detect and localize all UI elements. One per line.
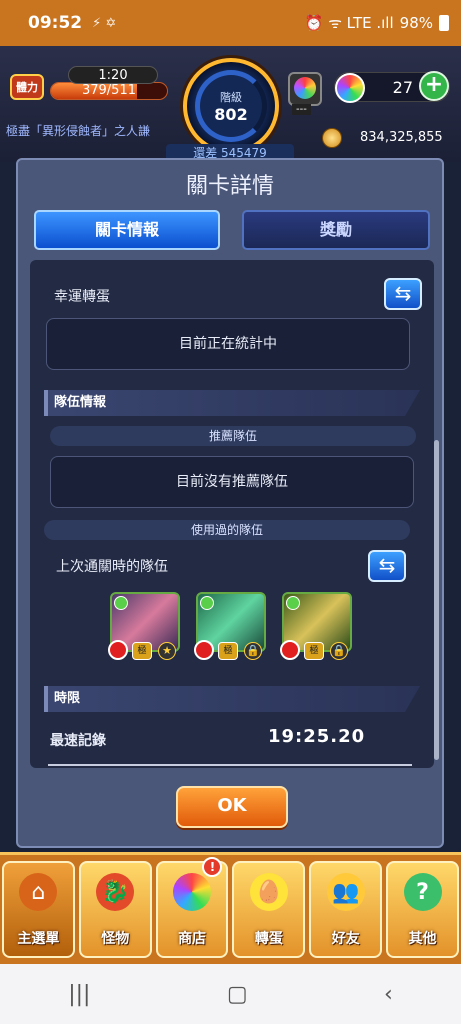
element-crest-icon (200, 596, 214, 610)
home-button-icon[interactable]: ▢ (227, 982, 248, 1007)
lock-icon: 🔒 (330, 642, 348, 660)
coin-icon (322, 128, 342, 148)
recommended-team-header: 推薦隊伍 (50, 426, 416, 446)
nav-main-menu[interactable]: ⌂ 主選單 (2, 861, 75, 958)
best-record-label: 最速記錄 (50, 733, 106, 749)
back-icon[interactable]: ‹ (384, 982, 393, 1007)
status-right: ⏰ ᯤ LTE .ıll 98% (305, 13, 449, 33)
battery-percent: 98% (399, 14, 433, 32)
record-underline (48, 764, 412, 766)
best-record-value: 19:25.20 (268, 726, 366, 747)
ultimate-tag: 極 (218, 642, 238, 660)
nav-label: 轉蛋 (254, 931, 283, 947)
team-monster-3[interactable]: 極 🔒 (280, 592, 352, 660)
nav-label: 好友 (331, 931, 360, 947)
nav-shop[interactable]: ! 商店 (155, 857, 229, 958)
rank-badge[interactable]: 階級 802 (183, 58, 279, 154)
question-icon: ? (403, 873, 442, 911)
time-limit-header: 時限 (44, 686, 420, 712)
team-info-header: 隊伍情報 (44, 390, 420, 416)
element-crest-icon (286, 596, 300, 610)
element-crest-icon (114, 596, 128, 610)
player-title: 極盡「異形侵蝕者」之人謙 (6, 124, 151, 138)
nav-label: 怪物 (101, 931, 130, 947)
status-bar: 09:52 ⚡ ✡ ⏰ ᯤ LTE .ıll 98% (0, 0, 461, 46)
signal-icons: ⏰ ᯤ LTE .ıll (304, 14, 394, 32)
friends-icon: 👥 (326, 873, 365, 911)
stamina-icon: 體力 (10, 74, 44, 100)
tab-stage-info[interactable]: 關卡情報 (34, 210, 220, 250)
status-icons: ⚡ ✡ (92, 15, 117, 31)
shop-alert-badge: ! (202, 857, 223, 877)
no-entry-icon (194, 640, 214, 660)
lucky-egg-label: 幸運轉蛋 (54, 289, 110, 305)
dialog-title: 關卡詳情 (185, 174, 274, 199)
coin-count: 834,325,855 (360, 130, 443, 145)
orb-icon (173, 873, 212, 911)
rank-label: 階級 (220, 90, 242, 104)
ok-button[interactable]: OK (176, 786, 288, 828)
home-icon: ⌂ (19, 873, 58, 911)
team-swap-button[interactable]: ⇆ (368, 550, 406, 582)
nav-gacha[interactable]: 🥚 轉蛋 (232, 861, 306, 958)
buy-orbs-button[interactable]: + (419, 71, 449, 101)
star-icon: ★ (158, 642, 176, 660)
no-entry-icon (280, 640, 300, 660)
team-monster-2[interactable]: 極 🔒 (194, 592, 266, 660)
stage-detail-dialog: 關卡詳情 關卡情報 獎勵 幸運轉蛋 ⇆ 目前正在統計中 隊伍情報 推薦隊伍 目前… (16, 158, 444, 848)
battery-icon (439, 15, 449, 31)
nav-friends[interactable]: 👥 好友 (309, 861, 383, 958)
stage-info-panel[interactable]: 幸運轉蛋 ⇆ 目前正在統計中 隊伍情報 推薦隊伍 目前沒有推薦隊伍 使用過的隊伍… (30, 260, 434, 768)
dragon-icon: 🐉 (96, 873, 135, 911)
recents-icon[interactable]: ||| (68, 982, 90, 1007)
nav-label: 其他 (408, 931, 437, 947)
nav-monsters[interactable]: 🐉 怪物 (78, 861, 152, 958)
team-monster-1[interactable]: 極 ★ (108, 592, 180, 660)
recommended-team-status: 目前沒有推薦隊伍 (50, 456, 414, 508)
game-header: 體力 379/511 1:20 階級 802 還差 545479 --- 27 … (0, 46, 461, 162)
orb-count: 27 (392, 78, 413, 97)
game-bottom-nav: ⌂ 主選單 🐉 怪物 ! 商店 🥚 轉蛋 👥 好友 ? 其他 (0, 852, 461, 964)
orb-icon (335, 73, 365, 103)
rank-value: 802 (214, 104, 248, 124)
used-teams-header: 使用過的隊伍 (44, 520, 410, 540)
tab-rewards[interactable]: 獎勵 (242, 210, 430, 250)
panel-scrollbar[interactable] (434, 440, 439, 760)
nav-label: 商店 (178, 931, 207, 947)
lock-icon: 🔒 (244, 642, 262, 660)
gem-slot-value: --- (292, 104, 311, 115)
lucky-egg-swap-button[interactable]: ⇆ (384, 278, 422, 310)
last-clear-team-label: 上次通關時的隊伍 (56, 559, 168, 575)
orb-counter: 27 + (334, 71, 450, 103)
system-nav-bar: ||| ▢ ‹ (0, 964, 461, 1024)
egg-icon: 🥚 (249, 873, 288, 911)
status-time: 09:52 (28, 13, 83, 33)
ultimate-tag: 極 (132, 642, 152, 660)
stamina-timer: 1:20 (68, 66, 158, 84)
lucky-egg-status: 目前正在統計中 (46, 318, 410, 370)
gem-slot-icon[interactable] (288, 72, 322, 106)
ultimate-tag: 極 (304, 642, 324, 660)
nav-other[interactable]: ? 其他 (386, 861, 459, 958)
nav-label: 主選單 (17, 931, 60, 947)
stamina-meter[interactable]: 體力 379/511 1:20 (10, 66, 168, 100)
no-entry-icon (108, 640, 128, 660)
